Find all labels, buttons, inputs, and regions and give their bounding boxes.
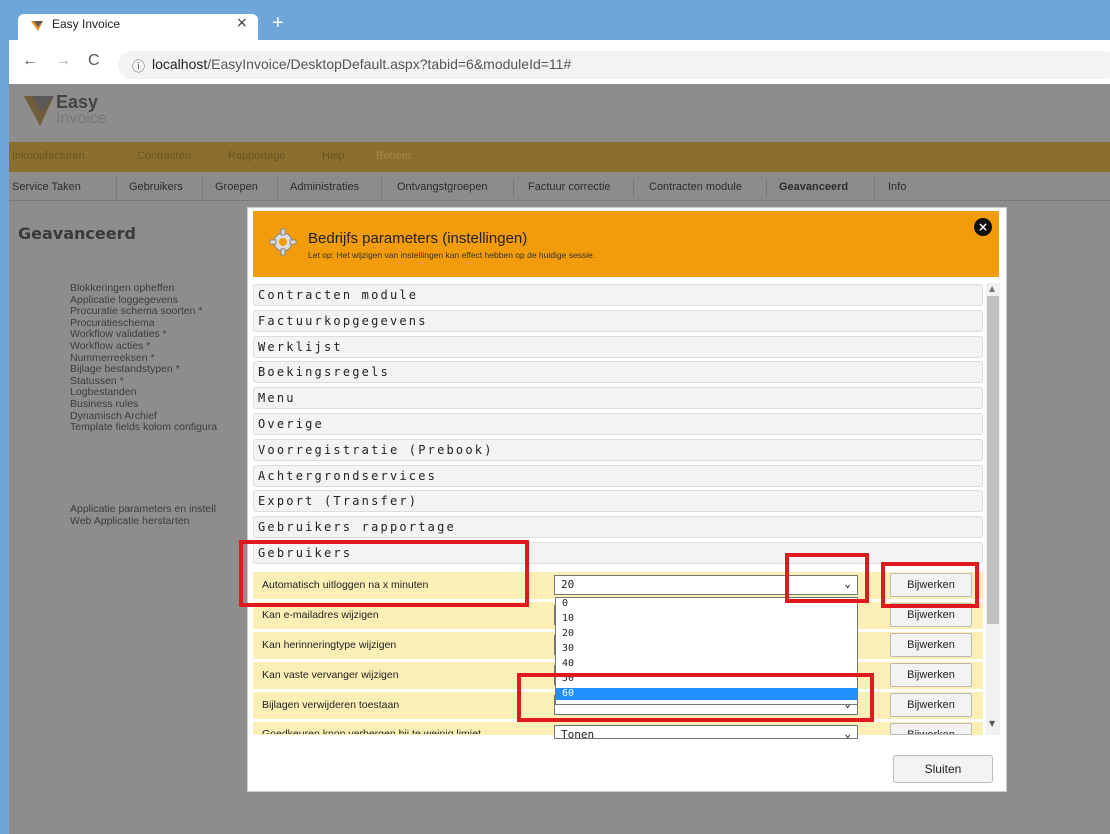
scroll-down-icon[interactable]: ▼: [989, 719, 995, 728]
accordion-section-label: Achtergrondservices: [258, 468, 438, 483]
tab-close-icon[interactable]: ×: [236, 15, 248, 31]
accordion-section-label: Gebruikers rapportage: [258, 520, 456, 535]
accordion-section[interactable]: Contracten module: [253, 284, 983, 306]
window-frame: [0, 0, 9, 834]
url-path: /EasyInvoice/DesktopDefault.aspx?tabid=6…: [207, 56, 572, 72]
accordion-section[interactable]: Gebruikers rapportage: [253, 516, 983, 539]
setting-label: Kan vaste vervanger wijzigen: [262, 669, 399, 681]
menu-inkoopfacturen[interactable]: Inkoopfacturen: [12, 150, 85, 162]
update-button[interactable]: Bijwerken: [890, 693, 972, 717]
submenu-divider: [202, 178, 203, 198]
accordion-section[interactable]: Overige: [253, 413, 983, 435]
scroll-up-icon[interactable]: ▲: [989, 284, 995, 293]
dropdown-option[interactable]: 10: [556, 613, 857, 625]
dropdown-option[interactable]: 40: [556, 658, 857, 670]
annotation-box-label: [239, 540, 529, 607]
close-icon[interactable]: ×: [974, 218, 992, 236]
accordion-section-label: Boekingsregels: [258, 365, 390, 380]
settings-link[interactable]: Workflow acties *: [70, 340, 217, 353]
scrollbar-thumb[interactable]: [987, 296, 999, 624]
submenu-ontvangstgroepen[interactable]: Ontvangstgroepen: [397, 181, 488, 193]
dropdown-option[interactable]: 20: [556, 628, 857, 640]
submenu-divider: [277, 178, 278, 198]
submenu-divider: [513, 178, 514, 198]
page-title: Geavanceerd: [18, 224, 136, 243]
update-button[interactable]: Bijwerken: [890, 633, 972, 657]
submenu-service-taken[interactable]: Service Taken: [12, 181, 81, 193]
setting-label: Kan e-mailadres wijzigen: [262, 609, 379, 621]
settings-link[interactable]: Blokkeringen opheffen: [70, 282, 217, 295]
annotation-box-dropdown: [785, 553, 869, 603]
submenu-divider: [874, 178, 875, 198]
favicon-icon: [31, 21, 43, 31]
accordion-section-label: Export (Transfer): [258, 494, 419, 509]
setting-label: Bijlagen verwijderen toestaan: [262, 699, 400, 711]
accordion-section[interactable]: Voorregistratie (Prebook): [253, 438, 983, 461]
new-tab-button[interactable]: +: [272, 12, 284, 35]
setting-label: Kan herinneringtype wijzigen: [262, 639, 397, 651]
setting-select[interactable]: Tonen ⌄: [554, 725, 858, 739]
setting-label: Goedkeuren knop verbergen bij te weinig …: [262, 728, 481, 734]
submenu-info[interactable]: Info: [888, 181, 906, 193]
close-button[interactable]: Sluiten: [893, 755, 993, 783]
accordion-section[interactable]: Menu: [253, 387, 983, 410]
menu-rapportage[interactable]: Rapportage: [228, 150, 286, 162]
accordion-section-label: Factuurkopgegevens: [258, 313, 428, 328]
back-button[interactable]: ←: [22, 52, 38, 70]
reload-button[interactable]: C: [88, 52, 100, 70]
settings-link-list: Blokkeringen opheffen Applicatie loggegev…: [70, 282, 217, 434]
url-text: localhost/EasyInvoice/DesktopDefault.asp…: [152, 56, 571, 72]
accordion-section-label: Overige: [258, 417, 324, 431]
accordion-section[interactable]: Werklijst: [253, 335, 983, 358]
annotation-box-button: [881, 562, 979, 608]
settings-link[interactable]: Business rules: [70, 398, 217, 411]
settings-link[interactable]: Bijlage bestandstypen *: [70, 364, 217, 376]
accordion-section[interactable]: Achtergrondservices: [253, 464, 983, 487]
submenu-divider: [633, 178, 634, 198]
accordion-section-label: Werklijst: [258, 339, 343, 354]
modal-title: Bedrijfs parameters (instellingen): [308, 230, 528, 247]
modal-subtitle: Let op: Het wijzigen van instellingen ka…: [308, 250, 596, 260]
submenu-divider: [766, 178, 767, 198]
accordion-section-label: Contracten module: [258, 288, 419, 302]
menu-contracten[interactable]: Contracten: [137, 150, 191, 162]
forward-button[interactable]: →: [55, 52, 71, 70]
site-info-icon[interactable]: ⓘ: [132, 56, 145, 75]
accordion-section-label: Menu: [258, 391, 296, 406]
logo-mark-icon: [24, 96, 54, 126]
settings-link[interactable]: Applicatie parameters en instell: [70, 503, 216, 515]
accordion-section[interactable]: Export (Transfer): [253, 490, 983, 513]
update-button[interactable]: Bijwerken: [890, 663, 972, 687]
submenu-divider: [116, 178, 117, 198]
select-value: 20: [561, 578, 575, 591]
accordion-section[interactable]: Boekingsregels: [253, 361, 983, 384]
submenu-geavanceerd[interactable]: Geavanceerd: [779, 181, 848, 193]
chevron-down-icon: ⌄: [844, 727, 851, 739]
submenu-administraties[interactable]: Administraties: [290, 181, 359, 193]
tab-title: Easy Invoice: [52, 17, 121, 31]
gear-icon: [269, 228, 297, 256]
settings-link[interactable]: Web Applicatie herstarten: [70, 515, 216, 527]
annotation-box-option: [517, 673, 874, 722]
easy-invoice-logo: Easy Invoice: [22, 92, 132, 132]
settings-link[interactable]: Template fields kolom configura: [70, 422, 217, 434]
menu-beheer[interactable]: Beheer: [376, 150, 411, 162]
update-button[interactable]: Bijwerken: [890, 723, 972, 735]
submenu-factuur-correctie[interactable]: Factuur correctie: [528, 181, 611, 193]
accordion-section-label: Voorregistratie (Prebook): [258, 442, 494, 457]
url-host: localhost: [152, 56, 208, 72]
select-value: Tonen: [561, 728, 595, 739]
logo-text-invoice: Invoice: [56, 110, 107, 127]
accordion-section[interactable]: Factuurkopgegevens: [253, 309, 983, 332]
submenu-divider: [381, 178, 382, 198]
dropdown-option[interactable]: 30: [556, 643, 857, 655]
submenu-contracten-module[interactable]: Contracten module: [649, 181, 742, 193]
submenu-groepen[interactable]: Groepen: [215, 181, 258, 193]
menu-help[interactable]: Help: [322, 150, 345, 162]
submenu-gebruikers[interactable]: Gebruikers: [129, 181, 183, 193]
settings-link-list-2: Applicatie parameters en instell Web Appl…: [70, 503, 216, 527]
